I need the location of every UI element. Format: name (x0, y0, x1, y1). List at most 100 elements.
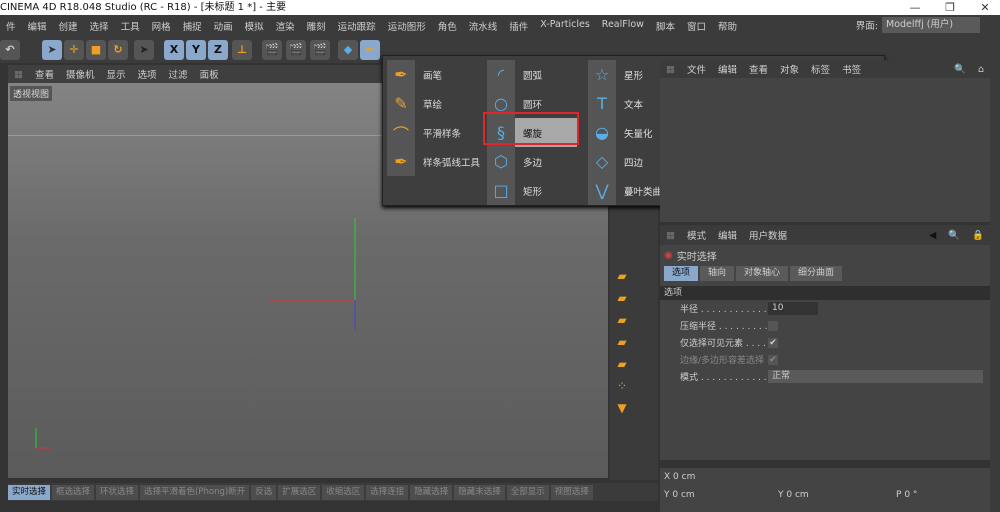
menu-item-polygon[interactable]: ⬡ 多边 (487, 147, 577, 176)
menu-item[interactable]: 渲染 (276, 19, 295, 33)
objmgr-menu-item[interactable]: 标签 (811, 62, 830, 76)
viewport-menu-item[interactable]: 显示 (107, 67, 126, 81)
menu-item-text[interactable]: T 文本 (588, 89, 672, 118)
objmgr-menu-item[interactable]: 编辑 (718, 62, 737, 76)
menu-item-sketch[interactable]: ✎ 草绘 (387, 89, 480, 118)
pen-spline-icon[interactable]: ✒ (360, 40, 380, 60)
tab-object-axis[interactable]: 对象轴心 (736, 266, 789, 281)
menu-item-star[interactable]: ☆ 星形 (588, 60, 672, 89)
select-icon[interactable]: ➤ (134, 40, 154, 60)
objmgr-menu-item[interactable]: 对象 (780, 62, 799, 76)
move-icon[interactable]: ✛ (64, 40, 84, 60)
x-input[interactable]: 0 cm (673, 472, 695, 482)
attr-menu-item[interactable]: 用户数据 (749, 228, 787, 242)
menu-item[interactable]: RealFlow (602, 19, 644, 33)
objmgr-menu-item[interactable]: 书签 (842, 62, 861, 76)
menu-item[interactable]: 流水线 (469, 19, 498, 33)
menu-item-arc[interactable]: ◜ 圆弧 (487, 60, 577, 89)
menu-item[interactable]: 插件 (509, 19, 528, 33)
scale-icon[interactable]: ■ (86, 40, 106, 60)
menu-item-vectorizer[interactable]: ◒ 矢量化 (588, 118, 672, 147)
render-view-icon[interactable]: 🎬 (262, 40, 282, 60)
menu-item[interactable]: 创建 (59, 19, 78, 33)
mode-icons[interactable]: ▰ ▰ ▰ ▰ ▰ ⁘ ▼ (612, 265, 632, 445)
menu-item-diamond[interactable]: ◇ 四边 (588, 147, 672, 176)
render-picture-viewer-icon[interactable]: 🎬 (286, 40, 306, 60)
tab-axis[interactable]: 轴向 (700, 266, 735, 281)
y-input[interactable]: 0 cm (672, 490, 694, 500)
tab-subdivision[interactable]: 细分曲面 (790, 266, 843, 281)
viewport-menu-item[interactable]: 面板 (200, 67, 219, 81)
restore-button[interactable]: ❐ (935, 0, 965, 15)
menu-item[interactable]: 运动图形 (388, 19, 426, 33)
y-size-input[interactable]: 0 cm (786, 490, 808, 500)
menu-item[interactable]: 窗口 (687, 19, 706, 33)
search-icon[interactable]: 🔍 (954, 64, 966, 75)
selection-tool-button[interactable]: 视图选择 (550, 484, 593, 500)
selection-tool-button[interactable]: 框选选择 (52, 484, 95, 500)
mode-select[interactable]: 正常 (768, 370, 983, 383)
menu-item-rectangle[interactable]: □ 矩形 (487, 176, 577, 205)
axis-y-button[interactable]: Y (186, 40, 206, 60)
menu-item[interactable]: 雕刻 (307, 19, 326, 33)
live-select-icon[interactable]: ➤ (42, 40, 62, 60)
selection-tool-button[interactable]: 扩展选区 (278, 484, 321, 500)
coordinate-system-icon[interactable]: ⊥ (232, 40, 252, 60)
axis-z-button[interactable]: Z (208, 40, 228, 60)
menu-item[interactable]: X-Particles (540, 19, 590, 33)
menu-item-label: 平滑样条 (423, 128, 462, 140)
axis-x-button[interactable]: X (164, 40, 184, 60)
selection-tool-button[interactable]: 实时选择 (8, 484, 51, 500)
lock-icon[interactable]: 🔒 (972, 230, 984, 241)
menu-item[interactable]: 选择 (90, 19, 109, 33)
selection-tool-button[interactable]: 收缩选区 (322, 484, 365, 500)
menu-item[interactable]: 动画 (214, 19, 233, 33)
rotate-icon[interactable]: ↻ (108, 40, 128, 60)
menu-item-pen[interactable]: ✒ 画笔 (387, 60, 480, 89)
menu-item-cissoid[interactable]: ⋁ 蔓叶类曲线 (588, 176, 672, 205)
menu-item[interactable]: 工具 (121, 19, 140, 33)
p-input[interactable]: 0 ° (904, 490, 917, 500)
menu-item[interactable]: 角色 (438, 19, 457, 33)
tolerance-checkbox[interactable]: ✔ (768, 354, 778, 365)
attr-menu-item[interactable]: 编辑 (718, 228, 737, 242)
visible-only-checkbox[interactable]: ✔ (768, 337, 778, 348)
attr-menu-item[interactable]: 模式 (687, 228, 706, 242)
menu-item[interactable]: 运动跟踪 (338, 19, 376, 33)
menu-item[interactable]: 捕捉 (183, 19, 202, 33)
menu-item-smooth-spline[interactable]: ⌒ 平滑样条 (387, 118, 480, 147)
menu-item[interactable]: 件 (6, 19, 16, 33)
menu-item[interactable]: 模拟 (245, 19, 264, 33)
objmgr-menu-item[interactable]: 文件 (687, 62, 706, 76)
render-settings-icon[interactable]: 🎬 (310, 40, 330, 60)
title-bar: CINEMA 4D R18.048 Studio (RC - R18) - [未… (0, 0, 1000, 15)
selection-tool-button[interactable]: 选择平滑着色(Phong)断开 (140, 484, 250, 500)
menu-item[interactable]: 网格 (152, 19, 171, 33)
objmgr-menu-item[interactable]: 查看 (749, 62, 768, 76)
undo-icon[interactable]: ↶ (0, 40, 20, 60)
selection-tool-button[interactable]: 环状选择 (96, 484, 139, 500)
selection-tool-button[interactable]: 隐藏未选择 (454, 484, 505, 500)
menu-item[interactable]: 脚本 (656, 19, 675, 33)
viewport-menu-item[interactable]: 摄像机 (66, 67, 95, 81)
compress-radius-checkbox[interactable] (768, 320, 778, 331)
menu-item-spline-arc-tool[interactable]: ✒ 样条弧线工具 (387, 147, 480, 176)
minimize-button[interactable]: — (900, 0, 930, 15)
close-button[interactable]: ✕ (970, 0, 1000, 15)
selection-tool-button[interactable]: 选择连接 (366, 484, 409, 500)
selection-tool-button[interactable]: 反选 (251, 484, 277, 500)
back-arrow-icon[interactable]: ◀ (929, 230, 936, 241)
selection-tool-button[interactable]: 全部显示 (506, 484, 549, 500)
tab-options[interactable]: 选项 (664, 266, 699, 281)
radius-input[interactable]: 10 (768, 302, 818, 315)
search-icon[interactable]: 🔍 (948, 230, 960, 241)
layout-select[interactable]: Modelffj (用户) (882, 17, 980, 33)
selection-tool-button[interactable]: 隐藏选择 (410, 484, 453, 500)
viewport-menu-item[interactable]: 查看 (35, 67, 54, 81)
menu-item[interactable]: 编辑 (28, 19, 47, 33)
home-icon[interactable]: ⌂ (978, 64, 984, 75)
menu-item[interactable]: 帮助 (718, 19, 737, 33)
viewport-menu-item[interactable]: 过滤 (169, 67, 188, 81)
cube-icon[interactable]: ◆ (338, 40, 358, 60)
viewport-menu-item[interactable]: 选项 (138, 67, 157, 81)
